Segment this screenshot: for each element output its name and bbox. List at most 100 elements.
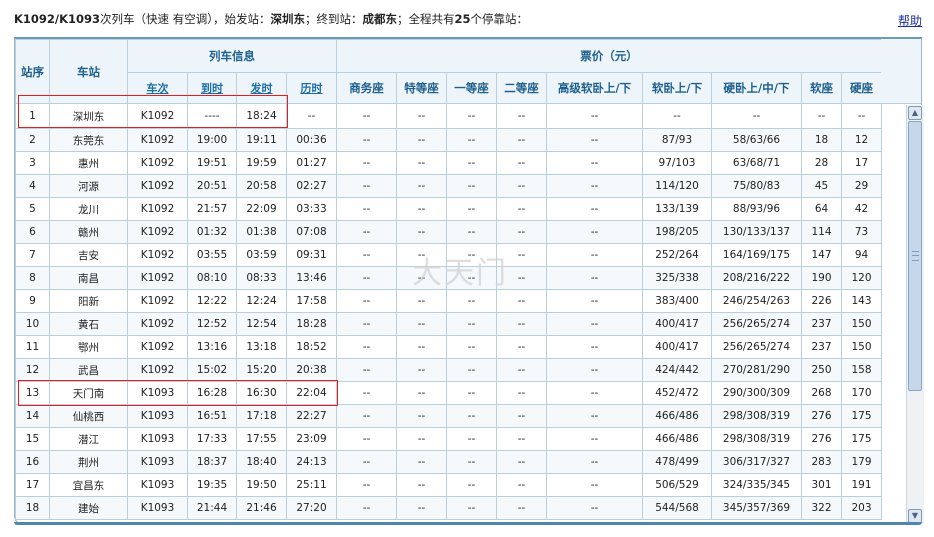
table-cell: 87/93: [642, 128, 712, 152]
subheader-cell[interactable]: 到时: [187, 72, 237, 104]
scroll-up-arrow-icon[interactable]: ▲: [908, 106, 922, 120]
table-cell: 19:11: [236, 128, 287, 152]
subheader-cell[interactable]: 车次: [127, 72, 188, 104]
table-row[interactable]: 5 龙川 K1092 21:57 22:09 03:33 -- -- -- -- -- 133/139…: [15, 197, 882, 221]
table-row[interactable]: 17 宜昌东 K1093 19:35 19:50 25:11 -- -- -- -- -- 506/5…: [15, 473, 882, 497]
table-row[interactable]: 9 阳新 K1092 12:22 12:24 17:58 -- -- -- -- -- 383/400…: [15, 289, 882, 313]
table-cell: --: [336, 427, 397, 451]
vertical-scrollbar[interactable]: ▲ ▼: [906, 105, 924, 524]
table-cell: 13: [15, 381, 50, 405]
table-cell: --: [336, 266, 397, 290]
table-cell: --: [336, 473, 397, 497]
table-cell: --: [396, 289, 447, 313]
table-cell: --: [496, 243, 547, 267]
subheader-cell[interactable]: 发时: [236, 72, 287, 104]
station-cell: 黄石: [49, 312, 128, 336]
table-cell: --: [496, 358, 547, 382]
table-cell: 13:16: [187, 335, 237, 359]
table-cell: 07:08: [286, 220, 337, 244]
table-cell: --: [396, 266, 447, 290]
table-row[interactable]: 2 东莞东 K1092 19:00 19:11 00:36 -- -- -- -- -- 87/93 5…: [15, 128, 882, 152]
table-cell: --: [446, 427, 497, 451]
table-cell: --: [642, 103, 712, 129]
subheader-cell: 一等座: [446, 72, 497, 104]
table-cell: --: [446, 151, 497, 175]
destination-station: 成都东: [362, 12, 397, 26]
table-cell: 17:55: [236, 427, 287, 451]
table-row[interactable]: 15 潜江 K1093 17:33 17:55 23:09 -- -- -- -- -- 466/48…: [15, 427, 882, 451]
table-cell: --: [396, 243, 447, 267]
table-row[interactable]: 18 建始 K1093 21:44 21:46 27:20 -- -- -- -- -- 544/56…: [15, 496, 882, 520]
table-row[interactable]: 13 天门南 K1093 16:28 16:30 22:04 -- -- -- -- -- 452/4…: [15, 381, 882, 405]
table-cell: --: [446, 381, 497, 405]
table-cell: 15:02: [187, 358, 237, 382]
table-cell: 94: [841, 243, 882, 267]
table-row[interactable]: 14 仙桃西 K1093 16:51 17:18 22:27 -- -- -- -- -- 466/4…: [15, 404, 882, 428]
train-number: K1092/K1093: [14, 12, 101, 26]
table-cell: 12: [841, 128, 882, 152]
table-row[interactable]: 11 鄂州 K1092 13:16 13:18 18:52 -- -- -- -- -- 400/41…: [15, 335, 882, 359]
table-cell: --: [446, 404, 497, 428]
table-cell: 00:36: [286, 128, 337, 152]
table-row[interactable]: 3 惠州 K1092 19:51 19:59 01:27 -- -- -- -- -- 97/103 6…: [15, 151, 882, 175]
help-link[interactable]: 帮助: [898, 12, 922, 29]
table-cell: --: [446, 220, 497, 244]
table-cell: --: [546, 197, 643, 221]
table-row[interactable]: 10 黄石 K1092 12:52 12:54 18:28 -- -- -- -- -- 400/41…: [15, 312, 882, 336]
scroll-down-arrow-icon[interactable]: ▼: [908, 509, 922, 523]
station-cell: 河源: [49, 174, 128, 198]
table-cell: 18:37: [187, 450, 237, 474]
table-cell: K1093: [127, 404, 188, 428]
table-row[interactable]: 7 吉安 K1092 03:55 03:59 09:31 -- -- -- -- -- 252/264…: [15, 243, 882, 267]
table-cell: 13:46: [286, 266, 337, 290]
table-row[interactable]: 12 武昌 K1092 15:02 15:20 20:38 -- -- -- -- -- 424/44…: [15, 358, 882, 382]
subheader-cell[interactable]: 历时: [286, 72, 337, 104]
table-cell: 424/442: [642, 358, 712, 382]
table-row[interactable]: 6 赣州 K1092 01:32 01:38 07:08 -- -- -- -- -- 198/205…: [15, 220, 882, 244]
table-cell: 18:52: [286, 335, 337, 359]
table-cell: 01:38: [236, 220, 287, 244]
table-cell: --: [336, 450, 397, 474]
table-cell: 01:27: [286, 151, 337, 175]
table-cell: 170: [841, 381, 882, 405]
station-cell: 惠州: [49, 151, 128, 175]
dest-label: ；终到站：: [304, 12, 363, 26]
table-cell: 246/254/263: [711, 289, 802, 313]
header-fare: 票价（元）: [336, 39, 882, 73]
table-cell: --: [336, 243, 397, 267]
table-cell: 28: [801, 151, 842, 175]
table-cell: 21:44: [187, 496, 237, 520]
table-cell: --: [446, 266, 497, 290]
table-cell: 190: [801, 266, 842, 290]
scrollbar-thumb[interactable]: [908, 121, 922, 391]
table-cell: 237: [801, 335, 842, 359]
table-cell: 18: [801, 128, 842, 152]
table-cell: --: [496, 151, 547, 175]
table-row[interactable]: 1 深圳东 K1092 ---- 18:24 -- -- -- -- -- -- -- -- -- --: [15, 103, 882, 129]
table-cell: 237: [801, 312, 842, 336]
table-cell: ----: [187, 103, 237, 129]
table-cell: --: [396, 220, 447, 244]
table-cell: 120: [841, 266, 882, 290]
header-seq: 站序: [15, 39, 50, 104]
table-cell: --: [396, 128, 447, 152]
table-cell: --: [336, 174, 397, 198]
table-cell: --: [546, 335, 643, 359]
table-cell: 02:27: [286, 174, 337, 198]
table-cell: 5: [15, 197, 50, 221]
table-cell: 175: [841, 427, 882, 451]
table-row[interactable]: 16 荆州 K1093 18:37 18:40 24:13 -- -- -- -- -- 478/49…: [15, 450, 882, 474]
table-cell: 16: [15, 450, 50, 474]
table-row[interactable]: 8 南昌 K1092 08:10 08:33 13:46 -- -- -- -- -- 325/338…: [15, 266, 882, 290]
table-cell: 114: [801, 220, 842, 244]
train-label: 次列车（快速 有空调），始发站：: [100, 12, 271, 26]
table-cell: 12:54: [236, 312, 287, 336]
table-cell: --: [396, 450, 447, 474]
table-cell: --: [396, 358, 447, 382]
table-cell: 12:24: [236, 289, 287, 313]
table-row[interactable]: 4 河源 K1092 20:51 20:58 02:27 -- -- -- -- -- 114/120…: [15, 174, 882, 198]
table-cell: 10: [15, 312, 50, 336]
subheader-cell: 硬卧上/中/下: [711, 72, 802, 104]
station-cell: 荆州: [49, 450, 128, 474]
table-cell: --: [546, 404, 643, 428]
